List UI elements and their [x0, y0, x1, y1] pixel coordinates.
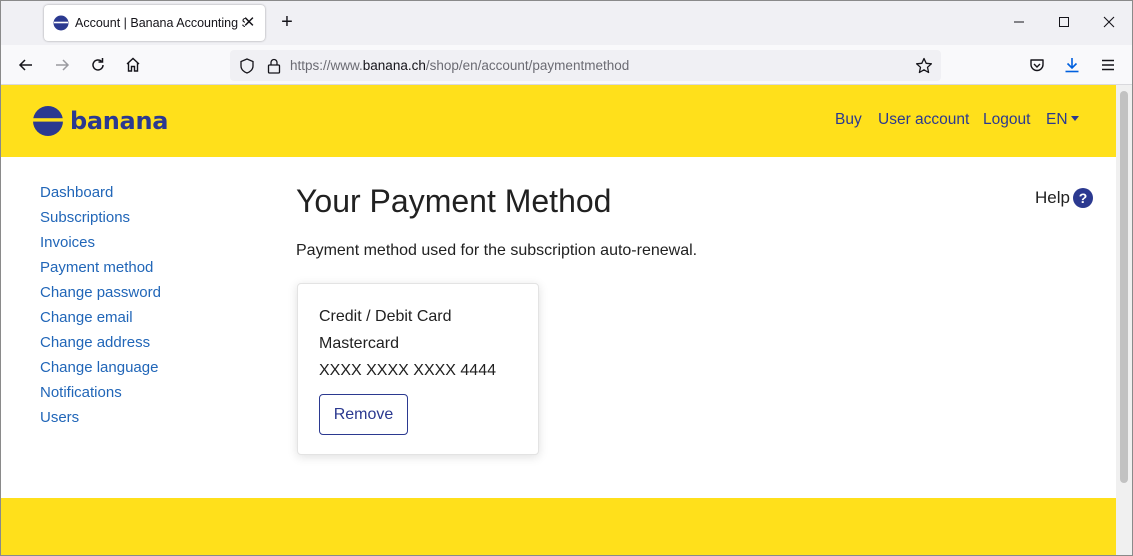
sidebar-item-change-language[interactable]: Change language [40, 358, 161, 383]
sidebar-item-subscriptions[interactable]: Subscriptions [40, 208, 161, 233]
page-description: Payment method used for the subscription… [296, 242, 698, 259]
tab-strip: Account | Banana Accounting S ✕ + [1, 1, 1132, 45]
sidebar-item-notifications[interactable]: Notifications [40, 383, 161, 408]
logo-text: banana [70, 107, 169, 135]
sidebar-item-change-address[interactable]: Change address [40, 333, 161, 358]
url-text[interactable]: https://www.banana.ch/shop/en/account/pa… [290, 58, 629, 73]
payment-method-card: Credit / Debit Card Mastercard XXXX XXXX… [297, 283, 539, 455]
new-tab-icon[interactable]: + [277, 12, 297, 32]
tab-title: Account | Banana Accounting S [75, 16, 245, 30]
caret-down-icon [1070, 116, 1079, 121]
download-icon[interactable] [1062, 55, 1082, 75]
page-scrollbar[interactable] [1116, 85, 1132, 555]
page-title: Your Payment Method [296, 183, 612, 219]
address-bar[interactable]: https://www.banana.ch/shop/en/account/pa… [230, 50, 941, 81]
sidebar-item-payment-method[interactable]: Payment method [40, 258, 161, 283]
forward-arrow-icon[interactable] [52, 55, 72, 75]
browser-tab[interactable]: Account | Banana Accounting S ✕ [44, 5, 265, 41]
pocket-icon[interactable] [1027, 55, 1047, 75]
tab-close-icon[interactable]: ✕ [241, 15, 257, 31]
account-sidebar-menu: Dashboard Subscriptions Invoices Payment… [40, 183, 161, 433]
menu-hamburger-icon[interactable] [1098, 55, 1118, 75]
browser-window: Account | Banana Accounting S ✕ + https:… [0, 0, 1133, 556]
sidebar-item-users[interactable]: Users [40, 408, 161, 433]
close-window-icon[interactable] [1099, 12, 1119, 32]
banana-logo[interactable]: banana [32, 105, 168, 137]
language-dropdown[interactable]: EN [1046, 111, 1079, 129]
tracking-shield-icon[interactable] [238, 57, 256, 75]
help-link[interactable]: Help ? [1035, 188, 1093, 208]
banana-logo-icon [33, 106, 63, 136]
sidebar-item-invoices[interactable]: Invoices [40, 233, 161, 258]
maximize-icon[interactable] [1054, 12, 1074, 32]
card-number: XXXX XXXX XXXX 4444 [319, 362, 496, 379]
nav-buy-link[interactable]: Buy [835, 111, 862, 129]
scrollbar-thumb[interactable] [1120, 91, 1128, 483]
navigation-toolbar: https://www.banana.ch/shop/en/account/pa… [1, 45, 1132, 85]
sidebar-item-change-password[interactable]: Change password [40, 283, 161, 308]
site-header: banana Buy User account Logout EN [1, 85, 1116, 157]
minimize-icon[interactable] [1009, 12, 1029, 32]
back-arrow-icon[interactable] [16, 55, 36, 75]
card-brand: Mastercard [319, 335, 400, 352]
home-icon[interactable] [123, 55, 143, 75]
lock-icon[interactable] [266, 57, 282, 75]
sidebar-item-dashboard[interactable]: Dashboard [40, 183, 161, 208]
question-circle-icon: ? [1072, 188, 1093, 208]
remove-button[interactable]: Remove [319, 394, 408, 435]
site-footer [1, 498, 1116, 555]
nav-logout-link[interactable]: Logout [983, 111, 1030, 129]
banana-favicon-icon [53, 15, 69, 31]
card-type: Credit / Debit Card [319, 308, 452, 325]
reload-icon[interactable] [88, 55, 108, 75]
nav-user-account-link[interactable]: User account [878, 111, 969, 129]
bookmark-star-icon[interactable] [914, 56, 934, 76]
language-label: EN [1046, 111, 1068, 128]
help-label: Help [1035, 188, 1070, 207]
web-page: banana Buy User account Logout EN Dashbo… [1, 85, 1116, 555]
sidebar-item-change-email[interactable]: Change email [40, 308, 161, 333]
